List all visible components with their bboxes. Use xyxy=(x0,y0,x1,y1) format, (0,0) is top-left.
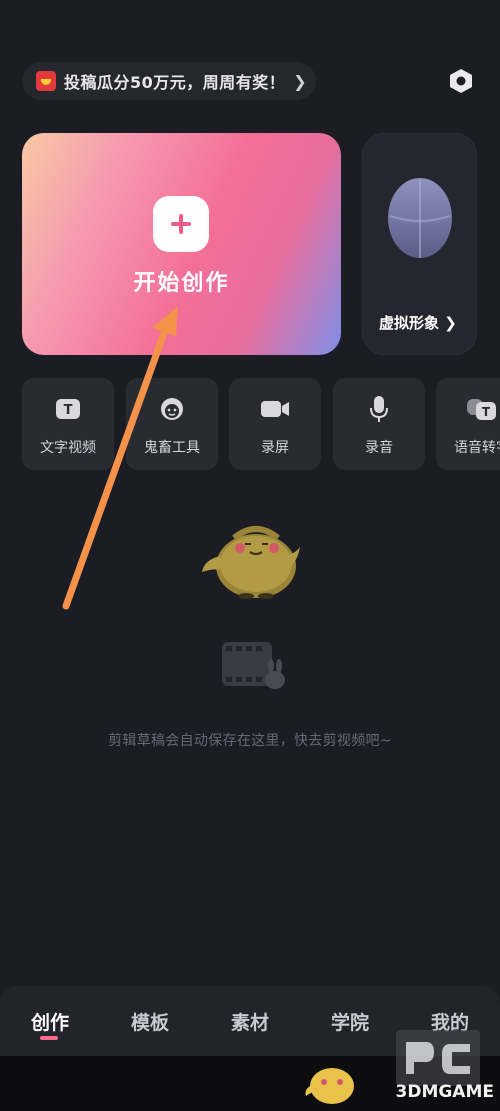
speech-to-text-icon: T xyxy=(436,396,500,422)
chevron-right-icon: ❯ xyxy=(293,71,307,91)
camera-icon xyxy=(229,396,321,422)
tool-label: 文字视频 xyxy=(40,440,96,456)
start-creating-label: 开始创作 xyxy=(133,271,230,296)
promo-banner-text: 投稿瓜分50万元，周周有奖！ xyxy=(64,73,286,92)
watermark-text: 3DMGAME xyxy=(395,1082,495,1102)
tools-row: T 文字视频 鬼畜工具 录屏 录音 T 语音转字 xyxy=(22,378,500,470)
active-tab-indicator xyxy=(40,1036,58,1040)
svg-text:T: T xyxy=(64,403,73,418)
tab-academy[interactable]: 学院 xyxy=(320,1008,380,1035)
empty-drafts-message: 剪辑草稿会自动保存在这里，快去剪视频吧~ xyxy=(108,733,392,749)
tool-label: 语音转字 xyxy=(454,440,500,456)
tab-templates[interactable]: 模板 xyxy=(120,1008,180,1035)
mascot-illustration xyxy=(202,526,300,599)
tool-label: 录屏 xyxy=(261,440,289,456)
tool-speech-to-text[interactable]: T 语音转字 xyxy=(436,378,500,470)
tool-kichiku[interactable]: 鬼畜工具 xyxy=(126,378,218,470)
settings-button[interactable] xyxy=(446,66,476,96)
svg-text:T: T xyxy=(482,405,491,419)
red-envelope-icon xyxy=(36,71,56,91)
tool-screen-record[interactable]: 录屏 xyxy=(229,378,321,470)
settings-hexagon-icon xyxy=(450,69,472,93)
add-project-button[interactable] xyxy=(153,196,209,252)
tool-audio-record[interactable]: 录音 xyxy=(333,378,425,470)
text-video-icon: T xyxy=(22,396,114,422)
tool-label: 录音 xyxy=(365,440,393,456)
tab-materials[interactable]: 素材 xyxy=(220,1008,280,1035)
promo-banner[interactable]: 投稿瓜分50万元，周周有奖！ ❯ xyxy=(22,62,316,100)
watermark-mascot-icon xyxy=(305,1068,354,1104)
tool-label: 鬼畜工具 xyxy=(144,440,200,456)
plus-icon xyxy=(171,214,191,234)
start-creating-card[interactable]: 开始创作 xyxy=(22,133,341,355)
avatar-mask-icon xyxy=(388,178,452,258)
microphone-icon xyxy=(333,396,425,422)
virtual-avatar-label: 虚拟形象 ❯ xyxy=(379,314,457,332)
pc-watermark-logo xyxy=(396,1030,480,1086)
film-rabbit-icon xyxy=(222,642,285,689)
virtual-avatar-card[interactable]: 虚拟形象 ❯ xyxy=(362,133,477,355)
tool-text-video[interactable]: T 文字视频 xyxy=(22,378,114,470)
tab-create[interactable]: 创作 xyxy=(20,1008,80,1035)
monkey-face-icon xyxy=(126,396,218,422)
